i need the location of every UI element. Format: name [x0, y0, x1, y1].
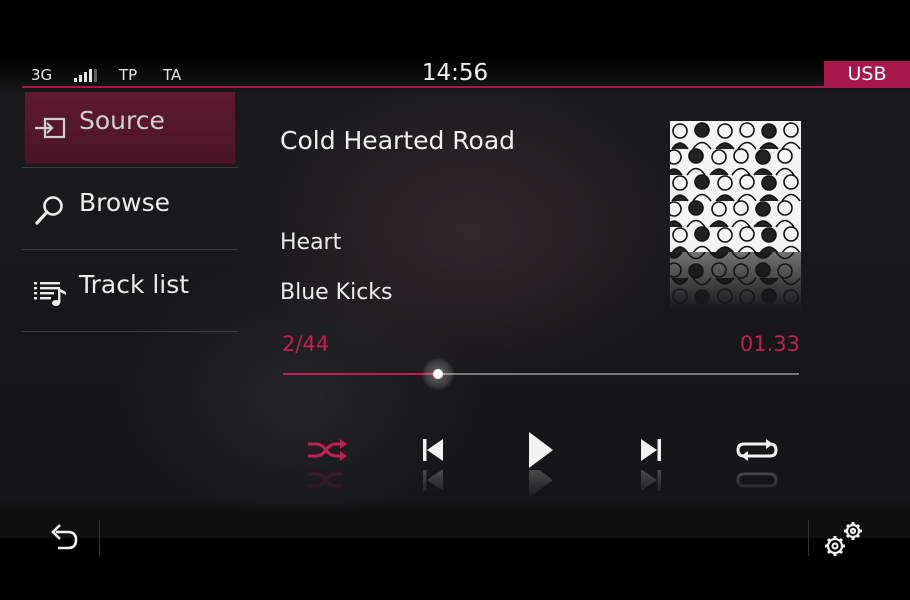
search-icon [35, 196, 63, 225]
bottom-bar-band [0, 512, 910, 538]
track-list-icon [34, 282, 66, 306]
progress-fill [283, 373, 438, 375]
repeat-button[interactable] [734, 430, 780, 470]
previous-reflection [410, 470, 456, 500]
elapsed-time: 01.33 [739, 332, 800, 356]
settings-button[interactable] [820, 518, 868, 560]
menu-label-track-list: Track list [79, 270, 190, 299]
menu-divider [22, 167, 238, 168]
shuffle-button[interactable] [304, 430, 350, 470]
menu-label-source: Source [79, 106, 165, 135]
bottom-divider [808, 520, 809, 556]
clock: 14:56 [421, 60, 489, 86]
source-input-icon [35, 117, 66, 139]
menu-label-browse: Browse [79, 188, 171, 217]
album-art [670, 121, 801, 252]
progress-bar[interactable] [283, 357, 799, 391]
skip-next-icon [641, 439, 661, 461]
gears-icon [825, 522, 862, 556]
play-reflection [518, 470, 564, 500]
progress-knob[interactable] [433, 369, 443, 379]
play-button[interactable] [518, 430, 564, 470]
menu-item-source[interactable]: Source [22, 88, 238, 168]
bottom-divider [99, 520, 100, 556]
next-reflection [628, 470, 674, 500]
track-position: 2/44 [282, 332, 330, 356]
previous-track-button[interactable] [410, 430, 456, 470]
skip-previous-icon [423, 439, 443, 461]
shuffle-icon [308, 439, 347, 461]
source-tab-usb[interactable]: USB [824, 61, 910, 87]
next-track-button[interactable] [628, 430, 674, 470]
back-arrow-icon [51, 524, 78, 550]
repeat-reflection [734, 470, 780, 500]
menu-divider [22, 331, 238, 332]
album-art-reflection [670, 252, 801, 310]
menu-item-track-list[interactable]: Track list [22, 252, 238, 332]
menu-divider [22, 249, 238, 250]
back-button[interactable] [46, 520, 82, 556]
track-title: Cold Hearted Road [280, 126, 516, 155]
play-icon [529, 432, 553, 468]
album-name: Blue Kicks [280, 280, 393, 305]
menu-item-browse[interactable]: Browse [22, 170, 238, 250]
artist-name: Heart [280, 230, 342, 255]
shuffle-reflection [304, 470, 350, 500]
repeat-icon [736, 439, 778, 461]
